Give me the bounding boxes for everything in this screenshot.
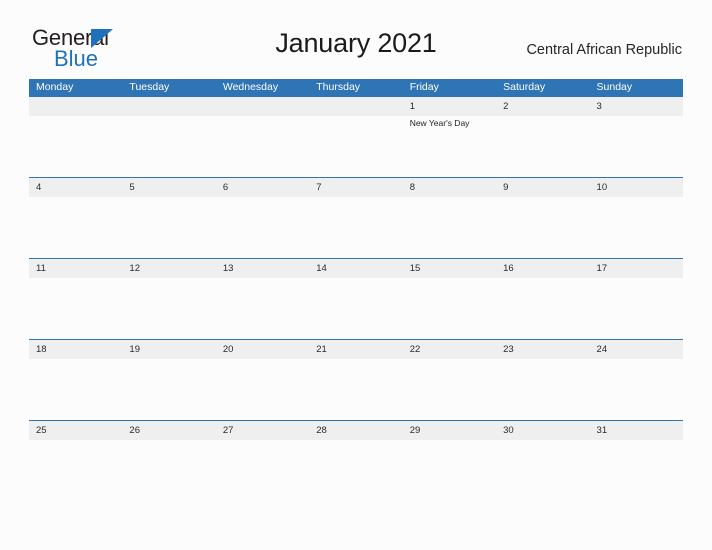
day-events[interactable] <box>29 116 122 177</box>
week-event-band: New Year's Day <box>29 116 683 177</box>
day-events[interactable] <box>590 278 683 339</box>
day-events[interactable] <box>29 197 122 258</box>
weekday-header-sunday: Sunday <box>596 81 633 93</box>
day-number[interactable]: 23 <box>496 340 589 359</box>
day-number[interactable]: 22 <box>403 340 496 359</box>
day-events[interactable] <box>216 197 309 258</box>
region-label: Central African Republic <box>526 42 682 58</box>
day-events[interactable] <box>216 116 309 177</box>
day-events[interactable] <box>496 359 589 420</box>
event-label: New Year's Day <box>409 118 470 128</box>
weekday-header-saturday: Saturday <box>503 81 546 93</box>
day-number[interactable]: 11 <box>29 259 122 278</box>
day-number[interactable]: 13 <box>216 259 309 278</box>
day-events[interactable] <box>590 197 683 258</box>
day-number[interactable]: 4 <box>29 178 122 197</box>
day-events[interactable] <box>309 440 402 501</box>
day-events[interactable] <box>216 440 309 501</box>
day-number[interactable]: 21 <box>309 340 402 359</box>
day-number[interactable]: 31 <box>590 421 683 440</box>
day-events[interactable] <box>309 116 402 177</box>
day-events[interactable] <box>122 440 215 501</box>
day-number[interactable]: 2 <box>496 97 589 116</box>
week-event-band <box>29 197 683 258</box>
day-number[interactable]: 10 <box>590 178 683 197</box>
day-number[interactable]: 16 <box>496 259 589 278</box>
day-events[interactable] <box>309 197 402 258</box>
day-events[interactable] <box>29 278 122 339</box>
day-number[interactable]: 26 <box>122 421 215 440</box>
week-row: 25 26 27 28 29 30 31 <box>29 420 683 501</box>
day-number[interactable]: 20 <box>216 340 309 359</box>
day-events[interactable] <box>403 440 496 501</box>
day-events[interactable] <box>496 278 589 339</box>
day-events[interactable] <box>122 359 215 420</box>
day-events[interactable] <box>403 197 496 258</box>
weekday-header-row: Monday Tuesday Wednesday Thursday Friday… <box>29 79 683 96</box>
week-date-band: 25 26 27 28 29 30 31 <box>29 421 683 440</box>
day-events[interactable] <box>496 116 589 177</box>
day-events[interactable] <box>590 116 683 177</box>
day-number[interactable] <box>29 97 122 116</box>
day-events[interactable] <box>496 197 589 258</box>
day-events[interactable] <box>309 278 402 339</box>
day-number[interactable]: 27 <box>216 421 309 440</box>
day-number[interactable]: 12 <box>122 259 215 278</box>
day-number[interactable]: 18 <box>29 340 122 359</box>
weekday-header-monday: Monday <box>36 81 74 93</box>
day-events[interactable] <box>403 359 496 420</box>
day-events[interactable] <box>122 278 215 339</box>
week-event-band <box>29 440 683 501</box>
day-events[interactable]: New Year's Day <box>403 116 496 177</box>
weekday-header-tuesday: Tuesday <box>129 81 170 93</box>
week-date-band: 11 12 13 14 15 16 17 <box>29 259 683 278</box>
day-events[interactable] <box>122 116 215 177</box>
day-events[interactable] <box>590 440 683 501</box>
weekday-header-wednesday: Wednesday <box>222 81 279 93</box>
week-date-band: 1 2 3 <box>29 97 683 116</box>
week-row: 4 5 6 7 8 9 10 <box>29 177 683 258</box>
day-number[interactable] <box>309 97 402 116</box>
weekday-header-thursday: Thursday <box>316 81 361 93</box>
day-number[interactable]: 1 <box>403 97 496 116</box>
day-number[interactable]: 8 <box>403 178 496 197</box>
day-number[interactable]: 24 <box>590 340 683 359</box>
day-number[interactable]: 28 <box>309 421 402 440</box>
week-date-band: 18 19 20 21 22 23 24 <box>29 340 683 359</box>
calendar-grid: Monday Tuesday Wednesday Thursday Friday… <box>29 79 683 501</box>
day-number[interactable] <box>122 97 215 116</box>
day-number[interactable] <box>216 97 309 116</box>
day-number[interactable]: 25 <box>29 421 122 440</box>
day-events[interactable] <box>29 440 122 501</box>
day-events[interactable] <box>122 197 215 258</box>
page-header: General Blue January 2021 Central Africa… <box>0 0 712 70</box>
day-events[interactable] <box>29 359 122 420</box>
day-number[interactable]: 14 <box>309 259 402 278</box>
day-number[interactable]: 17 <box>590 259 683 278</box>
week-event-band <box>29 278 683 339</box>
day-events[interactable] <box>590 359 683 420</box>
week-row: 18 19 20 21 22 23 24 <box>29 339 683 420</box>
day-number[interactable]: 9 <box>496 178 589 197</box>
week-row: 11 12 13 14 15 16 17 <box>29 258 683 339</box>
day-number[interactable]: 7 <box>309 178 402 197</box>
day-events[interactable] <box>496 440 589 501</box>
day-number[interactable]: 6 <box>216 178 309 197</box>
day-number[interactable]: 5 <box>122 178 215 197</box>
day-events[interactable] <box>216 278 309 339</box>
week-row: 1 2 3 New Year's Day <box>29 96 683 177</box>
week-event-band <box>29 359 683 420</box>
day-number[interactable]: 30 <box>496 421 589 440</box>
day-number[interactable]: 19 <box>122 340 215 359</box>
day-events[interactable] <box>403 278 496 339</box>
week-date-band: 4 5 6 7 8 9 10 <box>29 178 683 197</box>
day-number[interactable]: 15 <box>403 259 496 278</box>
day-number[interactable]: 3 <box>590 97 683 116</box>
day-events[interactable] <box>309 359 402 420</box>
day-number[interactable]: 29 <box>403 421 496 440</box>
day-events[interactable] <box>216 359 309 420</box>
weekday-header-friday: Friday <box>409 81 439 93</box>
